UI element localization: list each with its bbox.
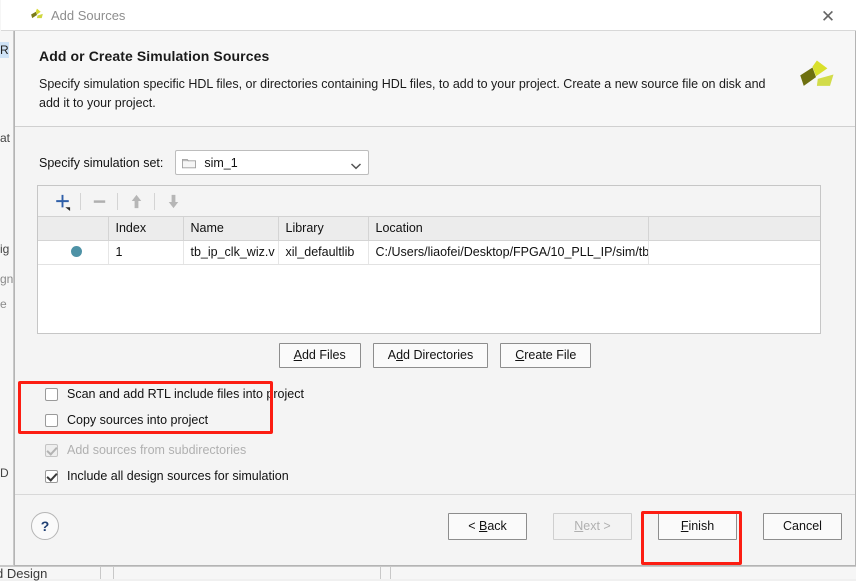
simulation-set-dropdown[interactable]: sim_1 [175,150,370,175]
arrow-up-icon [122,189,150,213]
minus-icon [85,189,113,213]
cancel-button[interactable]: Cancel [763,513,842,540]
dialog-title: Add Sources [51,8,126,23]
bg-text-fragment: D [0,466,9,480]
xilinx-logo-icon [795,57,837,99]
chevron-down-icon [350,159,362,169]
bg-text-fragment: ig [0,242,10,256]
option-label: Add sources from subdirectories [67,443,247,457]
row-library-cell: xil_defaultlib [278,240,369,265]
column-header-index[interactable]: Index [108,217,184,241]
bg-text-fragment: R [0,42,9,58]
dialog-header: Add or Create Simulation Sources Specify… [15,31,855,127]
simulation-set-label: Specify simulation set: [39,155,164,170]
create-file-button[interactable]: Create File [500,343,592,368]
option-include-design-sources[interactable]: Include all design sources for simulatio… [45,464,304,488]
column-header-status[interactable] [38,217,109,241]
checkbox-icon [45,443,58,457]
dialog-body: Specify simulation set: sim_1 Index Name… [15,127,855,494]
table-header-row: Index Name Library Location [38,217,820,241]
bg-divider [380,566,381,579]
source-file-list-panel: Index Name Library Location 1 tb_ip_clk_… [37,185,821,334]
bg-divider [390,566,391,579]
row-spacer-cell [648,240,820,265]
option-scan-rtl-include[interactable]: Scan and add RTL include files into proj… [45,382,304,406]
toolbar-separator [80,192,81,210]
option-add-subdirectories: Add sources from subdirectories [45,438,304,462]
checkbox-icon[interactable] [45,413,58,427]
row-index-cell: 1 [108,240,184,265]
plus-icon[interactable] [48,189,76,213]
row-status-cell [38,240,109,265]
add-sources-dialog: Add Sources ✕ Add or Create Simulation S… [1,0,856,566]
bg-text-fragment: at [0,131,11,145]
status-dot-icon [70,246,82,257]
option-label: Copy sources into project [67,413,209,427]
page-description: Specify simulation specific HDL files, o… [39,77,766,110]
add-directories-button[interactable]: Add Directories [372,343,489,368]
option-label: Scan and add RTL include files into proj… [67,387,304,401]
next-button: Next > [553,513,632,540]
bg-divider [100,566,101,579]
table-row[interactable]: 1 tb_ip_clk_wiz.v xil_defaultlib C:/User… [38,240,820,265]
source-action-buttons: Add Files Add Directories Create File [15,343,855,368]
checkbox-icon[interactable] [45,469,58,483]
finish-button[interactable]: Finish [658,513,737,540]
simulation-set-value: sim_1 [204,155,238,170]
add-files-button[interactable]: Add Files [278,343,361,368]
checkbox-icon[interactable] [45,387,58,401]
close-icon[interactable]: ✕ [813,5,843,27]
page-title: Add or Create Simulation Sources [39,48,270,64]
bg-divider [0,566,856,567]
dialog-titlebar: Add Sources ✕ [1,0,856,31]
source-options-group: Scan and add RTL include files into proj… [45,382,304,490]
vivado-logo-icon [29,7,46,24]
column-header-spacer [648,217,820,241]
column-header-name[interactable]: Name [183,217,279,241]
row-location-cell: C:/Users/liaofei/Desktop/FPGA/10_PLL_IP/… [368,240,649,265]
folder-icon [182,157,197,169]
bg-text-fragment: gn [0,272,14,286]
arrow-down-icon [159,189,187,213]
simulation-set-row: Specify simulation set: sim_1 [39,150,370,175]
bg-text-fragment: e [0,297,7,311]
file-list-toolbar [38,186,820,217]
source-file-table: Index Name Library Location 1 tb_ip_clk_… [38,217,820,265]
option-copy-sources[interactable]: Copy sources into project [45,408,304,432]
toolbar-separator [117,192,118,210]
dialog-footer: ? < Back Next > Finish Cancel [15,494,855,565]
back-button[interactable]: < Back [448,513,527,540]
option-label: Include all design sources for simulatio… [67,469,289,483]
column-header-location[interactable]: Location [368,217,649,241]
help-button[interactable]: ? [31,512,59,540]
bg-divider [113,566,114,579]
column-header-library[interactable]: Library [278,217,369,241]
row-name-cell: tb_ip_clk_wiz.v [183,240,279,265]
toolbar-separator [154,192,155,210]
wizard-navigation-buttons: < Back Next > Finish Cancel [448,513,842,540]
